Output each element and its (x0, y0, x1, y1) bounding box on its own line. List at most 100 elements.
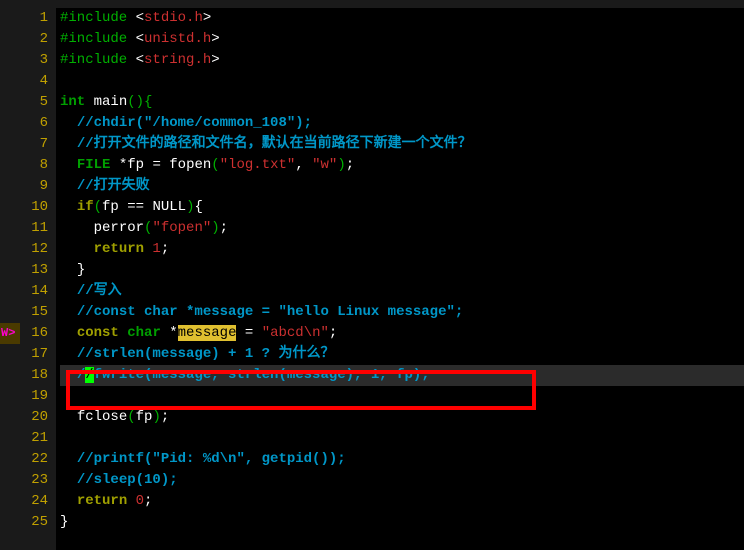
code-line[interactable]: perror("fopen"); (60, 218, 744, 239)
line-number: 10 (20, 197, 48, 218)
line-number: 2 (20, 29, 48, 50)
gutter-cell (0, 50, 20, 71)
line-number: 23 (20, 470, 48, 491)
code-token: ; (220, 220, 228, 236)
code-line[interactable]: fclose(fp); (60, 407, 744, 428)
line-number: 13 (20, 260, 48, 281)
code-token: "w" (312, 157, 337, 173)
code-token: , (295, 157, 312, 173)
cursor: / (85, 367, 93, 383)
code-line[interactable]: #include <unistd.h> (60, 29, 744, 50)
code-token: { (194, 199, 202, 215)
line-number: 5 (20, 92, 48, 113)
gutter-cell (0, 92, 20, 113)
code-line[interactable]: //写入 (60, 281, 744, 302)
code-token: #include (60, 10, 136, 26)
code-token: //const char *message = "hello Linux mes… (77, 304, 463, 320)
code-line[interactable]: int main(){ (60, 92, 744, 113)
code-token: } (77, 262, 85, 278)
code-token: = (152, 157, 169, 173)
code-line[interactable]: //chdir("/home/common_108"); (60, 113, 744, 134)
code-area[interactable]: #include <stdio.h>#include <unistd.h>#in… (56, 8, 744, 550)
code-token: return (94, 241, 153, 257)
code-line[interactable]: return 0; (60, 491, 744, 512)
code-token: * (169, 325, 177, 341)
code-token: perror (94, 220, 144, 236)
code-token: ; (329, 325, 337, 341)
code-line[interactable]: //fwrite(message, strlen(message), 1, fp… (60, 365, 744, 386)
code-token: if (77, 199, 94, 215)
code-token: string.h (144, 52, 211, 68)
line-number: 12 (20, 239, 48, 260)
code-token (60, 136, 77, 152)
code-token: ; (346, 157, 354, 173)
code-line[interactable] (60, 71, 744, 92)
code-token: NULL (152, 199, 186, 215)
code-token: fclose (77, 409, 127, 425)
code-token: //chdir("/home/common_108"); (77, 115, 312, 131)
code-token (60, 325, 77, 341)
gutter-cell: W> (0, 323, 20, 344)
code-line[interactable]: //strlen(message) + 1 ? 为什么？ (60, 344, 744, 365)
line-number: 16 (20, 323, 48, 344)
line-number: 7 (20, 134, 48, 155)
code-token (60, 346, 77, 362)
code-token: < (136, 31, 144, 47)
code-line[interactable]: //sleep(10); (60, 470, 744, 491)
gutter-cell (0, 155, 20, 176)
code-line[interactable] (60, 428, 744, 449)
code-token (60, 367, 77, 383)
code-line[interactable]: return 1; (60, 239, 744, 260)
code-token: //写入 (77, 283, 122, 299)
code-line[interactable]: //打开文件的路径和文件名，默认在当前路径下新建一个文件？ (60, 134, 744, 155)
code-token: const (77, 325, 127, 341)
line-number: 1 (20, 8, 48, 29)
code-token: int (60, 94, 94, 110)
gutter-cell (0, 134, 20, 155)
gutter-cell (0, 407, 20, 428)
code-token: "fopen" (152, 220, 211, 236)
title-bar (0, 0, 744, 8)
code-line[interactable] (60, 386, 744, 407)
code-token: (){ (127, 94, 152, 110)
gutter-cell (0, 491, 20, 512)
code-token (60, 157, 77, 173)
code-editor[interactable]: W> 1234567891011121314151617181920212223… (0, 8, 744, 550)
gutter-cell (0, 512, 20, 533)
gutter-cell (0, 470, 20, 491)
code-line[interactable]: #include <stdio.h> (60, 8, 744, 29)
line-number: 15 (20, 302, 48, 323)
code-line[interactable]: const char *message = "abcd\n"; (60, 323, 744, 344)
code-token: < (136, 10, 144, 26)
code-token (60, 199, 77, 215)
code-token: fp (102, 199, 127, 215)
code-token: fopen (169, 157, 211, 173)
code-token: ; (161, 241, 169, 257)
code-token (60, 493, 77, 509)
line-number-column: 1234567891011121314151617181920212223242… (20, 8, 56, 550)
code-token (60, 115, 77, 131)
code-token (60, 304, 77, 320)
line-number: 8 (20, 155, 48, 176)
code-token: #include (60, 52, 136, 68)
gutter-cell (0, 344, 20, 365)
code-token: ( (211, 157, 219, 173)
code-line[interactable]: if(fp == NULL){ (60, 197, 744, 218)
line-number: 6 (20, 113, 48, 134)
line-number: 9 (20, 176, 48, 197)
code-line[interactable]: //const char *message = "hello Linux mes… (60, 302, 744, 323)
code-line[interactable]: FILE *fp = fopen("log.txt", "w"); (60, 155, 744, 176)
code-token: ( (94, 199, 102, 215)
code-token: ) (211, 220, 219, 236)
code-line[interactable]: } (60, 512, 744, 533)
code-token: fwrite(message, strlen(message), 1, fp); (94, 367, 430, 383)
code-line[interactable]: #include <string.h> (60, 50, 744, 71)
code-token: FILE (77, 157, 119, 173)
code-line[interactable]: //printf("Pid: %d\n", getpid()); (60, 449, 744, 470)
code-line[interactable]: //打开失败 (60, 176, 744, 197)
code-line[interactable]: } (60, 260, 744, 281)
code-token: > (211, 52, 219, 68)
gutter-cell (0, 197, 20, 218)
code-token: //printf("Pid: %d\n", getpid()); (77, 451, 346, 467)
code-token: ; (161, 409, 169, 425)
